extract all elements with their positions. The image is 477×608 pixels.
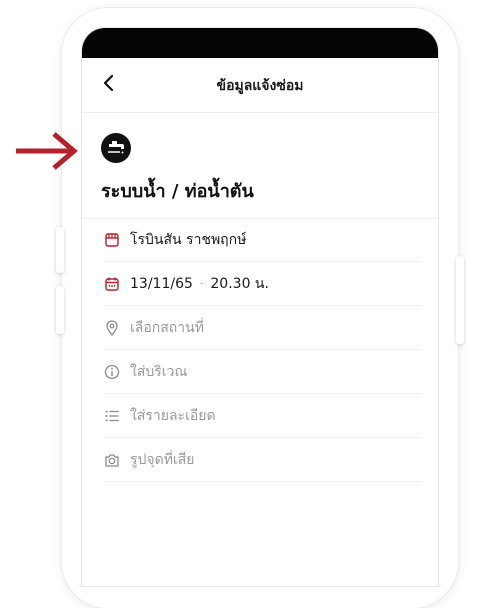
photo-placeholder: รูปจุดที่เสีย [130,451,195,468]
details-row[interactable]: ใส่รายละเอียด [104,394,420,438]
photo-row[interactable]: รูปจุดที่เสีย [104,438,420,482]
project-value: โรบินสัน ราชพฤกษ์ [130,231,247,248]
date-value: 13/11/65 [130,275,193,292]
list-icon [105,410,119,421]
faucet-icon [101,133,131,163]
area-placeholder: ใส่บริเวณ [130,363,188,380]
app-screen: ข้อมูลแจ้งซ่อม ระบบน้ำ / ท่อน้ำตัน โรบิน… [81,27,439,587]
pointer-arrow-icon [16,132,78,170]
location-row[interactable]: เลือกสถานที่ [104,306,420,350]
details-placeholder: ใส่รายละเอียด [130,407,216,424]
phone-side-button [56,286,64,334]
store-icon [105,232,119,247]
page-title: ข้อมูลแจ้งซ่อม [216,78,304,94]
location-pin-icon [106,319,118,336]
nav-header: ข้อมูลแจ้งซ่อม [82,58,438,113]
area-row[interactable]: ใส่บริเวณ [104,350,420,394]
project-row[interactable]: โรบินสัน ราชพฤกษ์ [104,218,420,262]
status-bar [82,28,438,58]
repair-form: โรบินสัน ราชพฤกษ์ 13/11/65 · 20.30 น. เล… [104,218,420,482]
time-value: 20.30 น. [210,275,269,292]
category-section: ระบบน้ำ / ท่อน้ำตัน [82,112,438,219]
time-separator: · [199,277,204,290]
location-placeholder: เลือกสถานที่ [130,319,204,336]
info-icon [104,364,120,379]
datetime-row[interactable]: 13/11/65 · 20.30 น. [104,262,420,306]
camera-icon [105,453,119,467]
phone-side-button [56,227,64,273]
category-title: ระบบน้ำ / ท่อน้ำตัน [101,181,254,202]
phone-side-button [456,256,464,344]
calendar-icon [105,277,119,291]
